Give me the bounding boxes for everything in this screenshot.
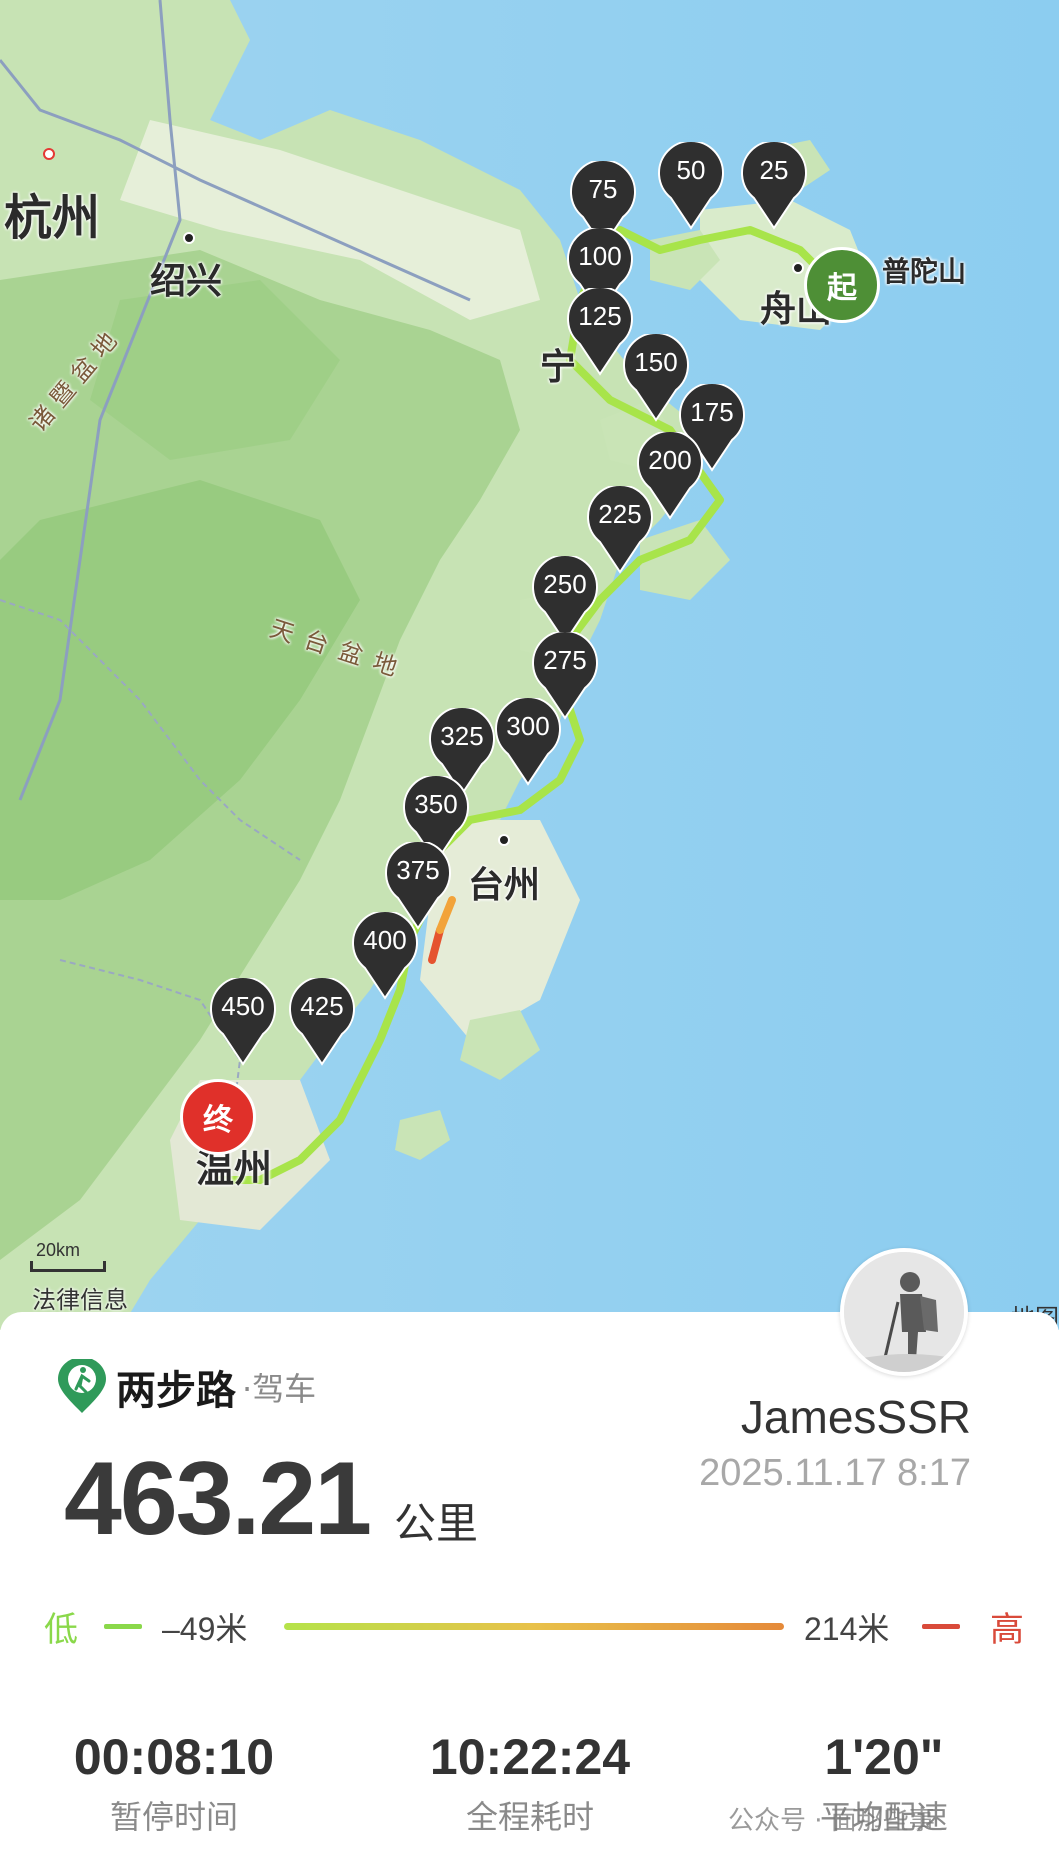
elevation-min-value: –49米	[162, 1611, 248, 1647]
wechat-watermark: 公众号 · 面那些事	[728, 1806, 935, 1836]
elevation-legend: 低 –49米 214米 高	[44, 1602, 1024, 1652]
map-base	[0, 0, 1059, 1330]
city-dot-zhoushan	[792, 262, 804, 274]
elevation-max-value: 214米	[804, 1611, 890, 1647]
distance-marker[interactable]: 425	[288, 978, 356, 1066]
app-brand: 两步路 ·驾车	[56, 1358, 316, 1416]
distance-marker[interactable]: 50	[657, 142, 725, 230]
elevation-high-swatch	[922, 1624, 960, 1629]
total-distance-value: 463.21	[64, 1441, 372, 1557]
elevation-low-label: 低	[44, 1610, 78, 1650]
stat-label: 暂停时间	[109, 1798, 238, 1836]
distance-marker[interactable]: 25	[740, 142, 808, 230]
map-scale: 20km	[30, 1240, 106, 1272]
city-dot-shaoxing	[183, 232, 195, 244]
activity-mode: ·驾车	[242, 1370, 317, 1408]
record-datetime: 2025.11.17 8:17	[699, 1452, 971, 1494]
start-marker[interactable]: 起	[804, 247, 880, 323]
legal-info-link[interactable]: 法律信息	[32, 1280, 128, 1315]
stat-value: 10:22:24	[429, 1729, 631, 1785]
distance-marker[interactable]: 300	[494, 698, 562, 786]
hiker-avatar-icon	[844, 1252, 964, 1372]
distance-marker[interactable]: 400	[351, 912, 419, 1000]
elevation-gradient-bar	[284, 1623, 784, 1630]
stat-label: 全程耗时	[465, 1798, 594, 1836]
elevation-low-swatch	[104, 1624, 142, 1629]
city-dot-taizhou	[498, 834, 510, 846]
elevation-high-label: 高	[990, 1610, 1024, 1650]
app-name: 两步路	[116, 1368, 236, 1414]
stat-value: 1'20"	[824, 1729, 944, 1785]
city-dot-hangzhou	[43, 148, 55, 160]
app-logo-icon	[58, 1359, 106, 1413]
map-scale-bar	[30, 1261, 106, 1272]
map-scale-label: 20km	[36, 1240, 81, 1260]
username: JamesSSR	[740, 1391, 971, 1443]
city-label-taizhou: 台州	[468, 865, 541, 906]
total-distance-unit: 公里	[394, 1499, 479, 1548]
stat-total-time: 10:22:24 全程耗时	[380, 1728, 680, 1838]
city-label-putuoshan: 普陀山	[882, 255, 967, 288]
avatar[interactable]	[840, 1248, 968, 1376]
stat-pause-time: 00:08:10 暂停时间	[24, 1728, 324, 1838]
distance-marker[interactable]: 450	[209, 978, 277, 1066]
city-label-shaoxing: 绍兴	[150, 261, 223, 302]
city-label-hangzhou: 杭州	[4, 190, 101, 246]
end-marker[interactable]: 终	[180, 1079, 256, 1155]
distance-marker[interactable]: 250	[531, 556, 599, 644]
stat-value: 00:08:10	[73, 1729, 275, 1785]
route-map[interactable]: 杭州 绍兴 宁 舟山 普陀山 台州 温州 诸暨盆地 天台盆地 25 50 75 …	[0, 0, 1059, 1330]
